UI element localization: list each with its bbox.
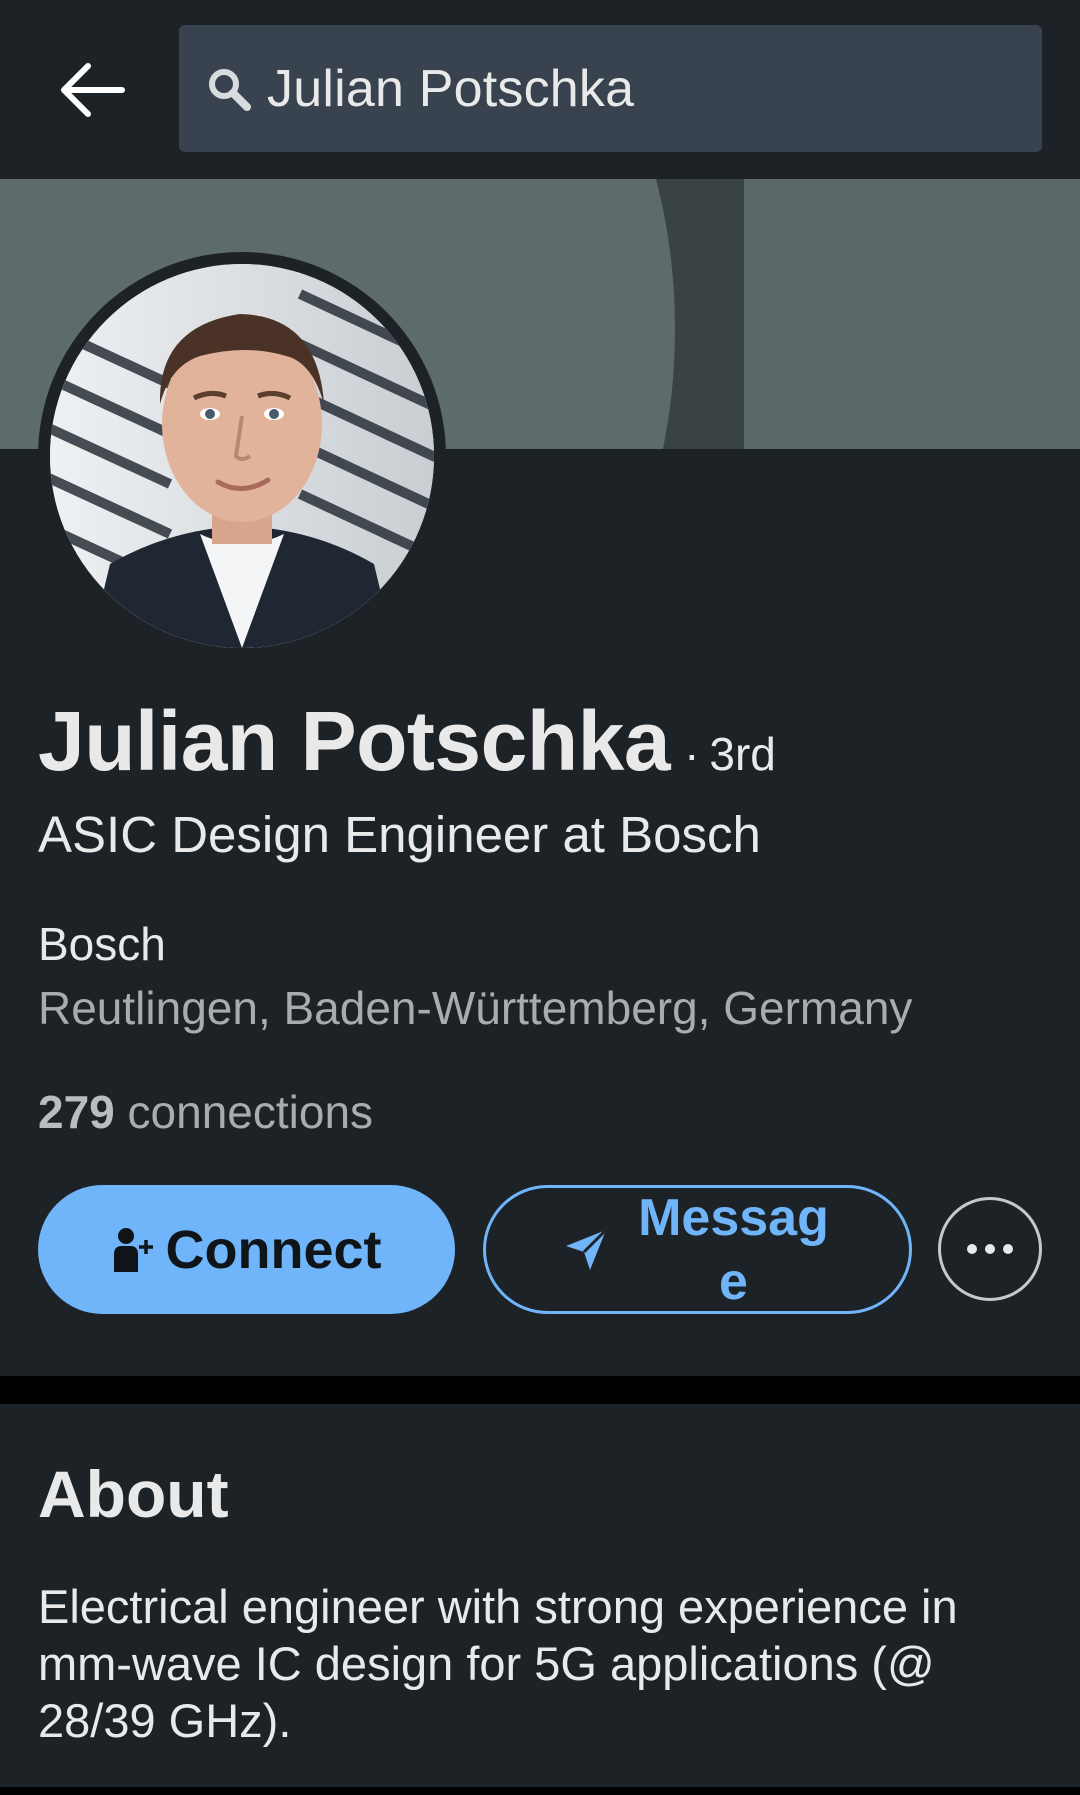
about-section: About Electrical engineer with strong ex… <box>0 1404 1080 1787</box>
profile-name-row: Julian Potschka · 3rd <box>38 693 776 790</box>
message-button-label: Message <box>638 1188 829 1311</box>
top-bar: Julian Potschka <box>0 0 1080 179</box>
arrow-left-icon <box>61 63 125 117</box>
profile-headline: ASIC Design Engineer at Bosch <box>38 806 761 863</box>
search-query: Julian Potschka <box>267 59 635 118</box>
connections-number: 279 <box>38 1086 115 1138</box>
profile-location: Reutlingen, Baden-Württemberg, Germany <box>38 982 913 1034</box>
connection-degree: · 3rd <box>684 727 776 781</box>
avatar[interactable] <box>38 252 446 660</box>
profile-card: Julian Potschka · 3rd ASIC Design Enginee… <box>0 179 1080 1376</box>
message-button[interactable]: Message <box>483 1185 912 1314</box>
about-title: About <box>38 1457 229 1531</box>
more-actions-button[interactable] <box>938 1197 1042 1301</box>
more-horizontal-icon <box>967 1244 1013 1254</box>
degree-separator: · <box>684 728 700 780</box>
search-input[interactable]: Julian Potschka <box>179 25 1042 152</box>
send-icon <box>565 1228 607 1270</box>
profile-name: Julian Potschka <box>38 694 671 788</box>
connections-count[interactable]: 279 connections <box>38 1085 373 1139</box>
connect-button[interactable]: Connect <box>38 1185 455 1314</box>
connections-label: connections <box>127 1086 374 1138</box>
person-add-icon <box>113 1227 153 1272</box>
profile-photo <box>50 264 434 648</box>
back-button[interactable] <box>40 50 140 130</box>
profile-company[interactable]: Bosch <box>38 917 166 971</box>
connect-button-label: Connect <box>165 1219 382 1280</box>
search-icon <box>205 65 253 113</box>
degree-label: 3rd <box>709 728 776 780</box>
about-text: Electrical engineer with strong experien… <box>38 1580 958 1747</box>
